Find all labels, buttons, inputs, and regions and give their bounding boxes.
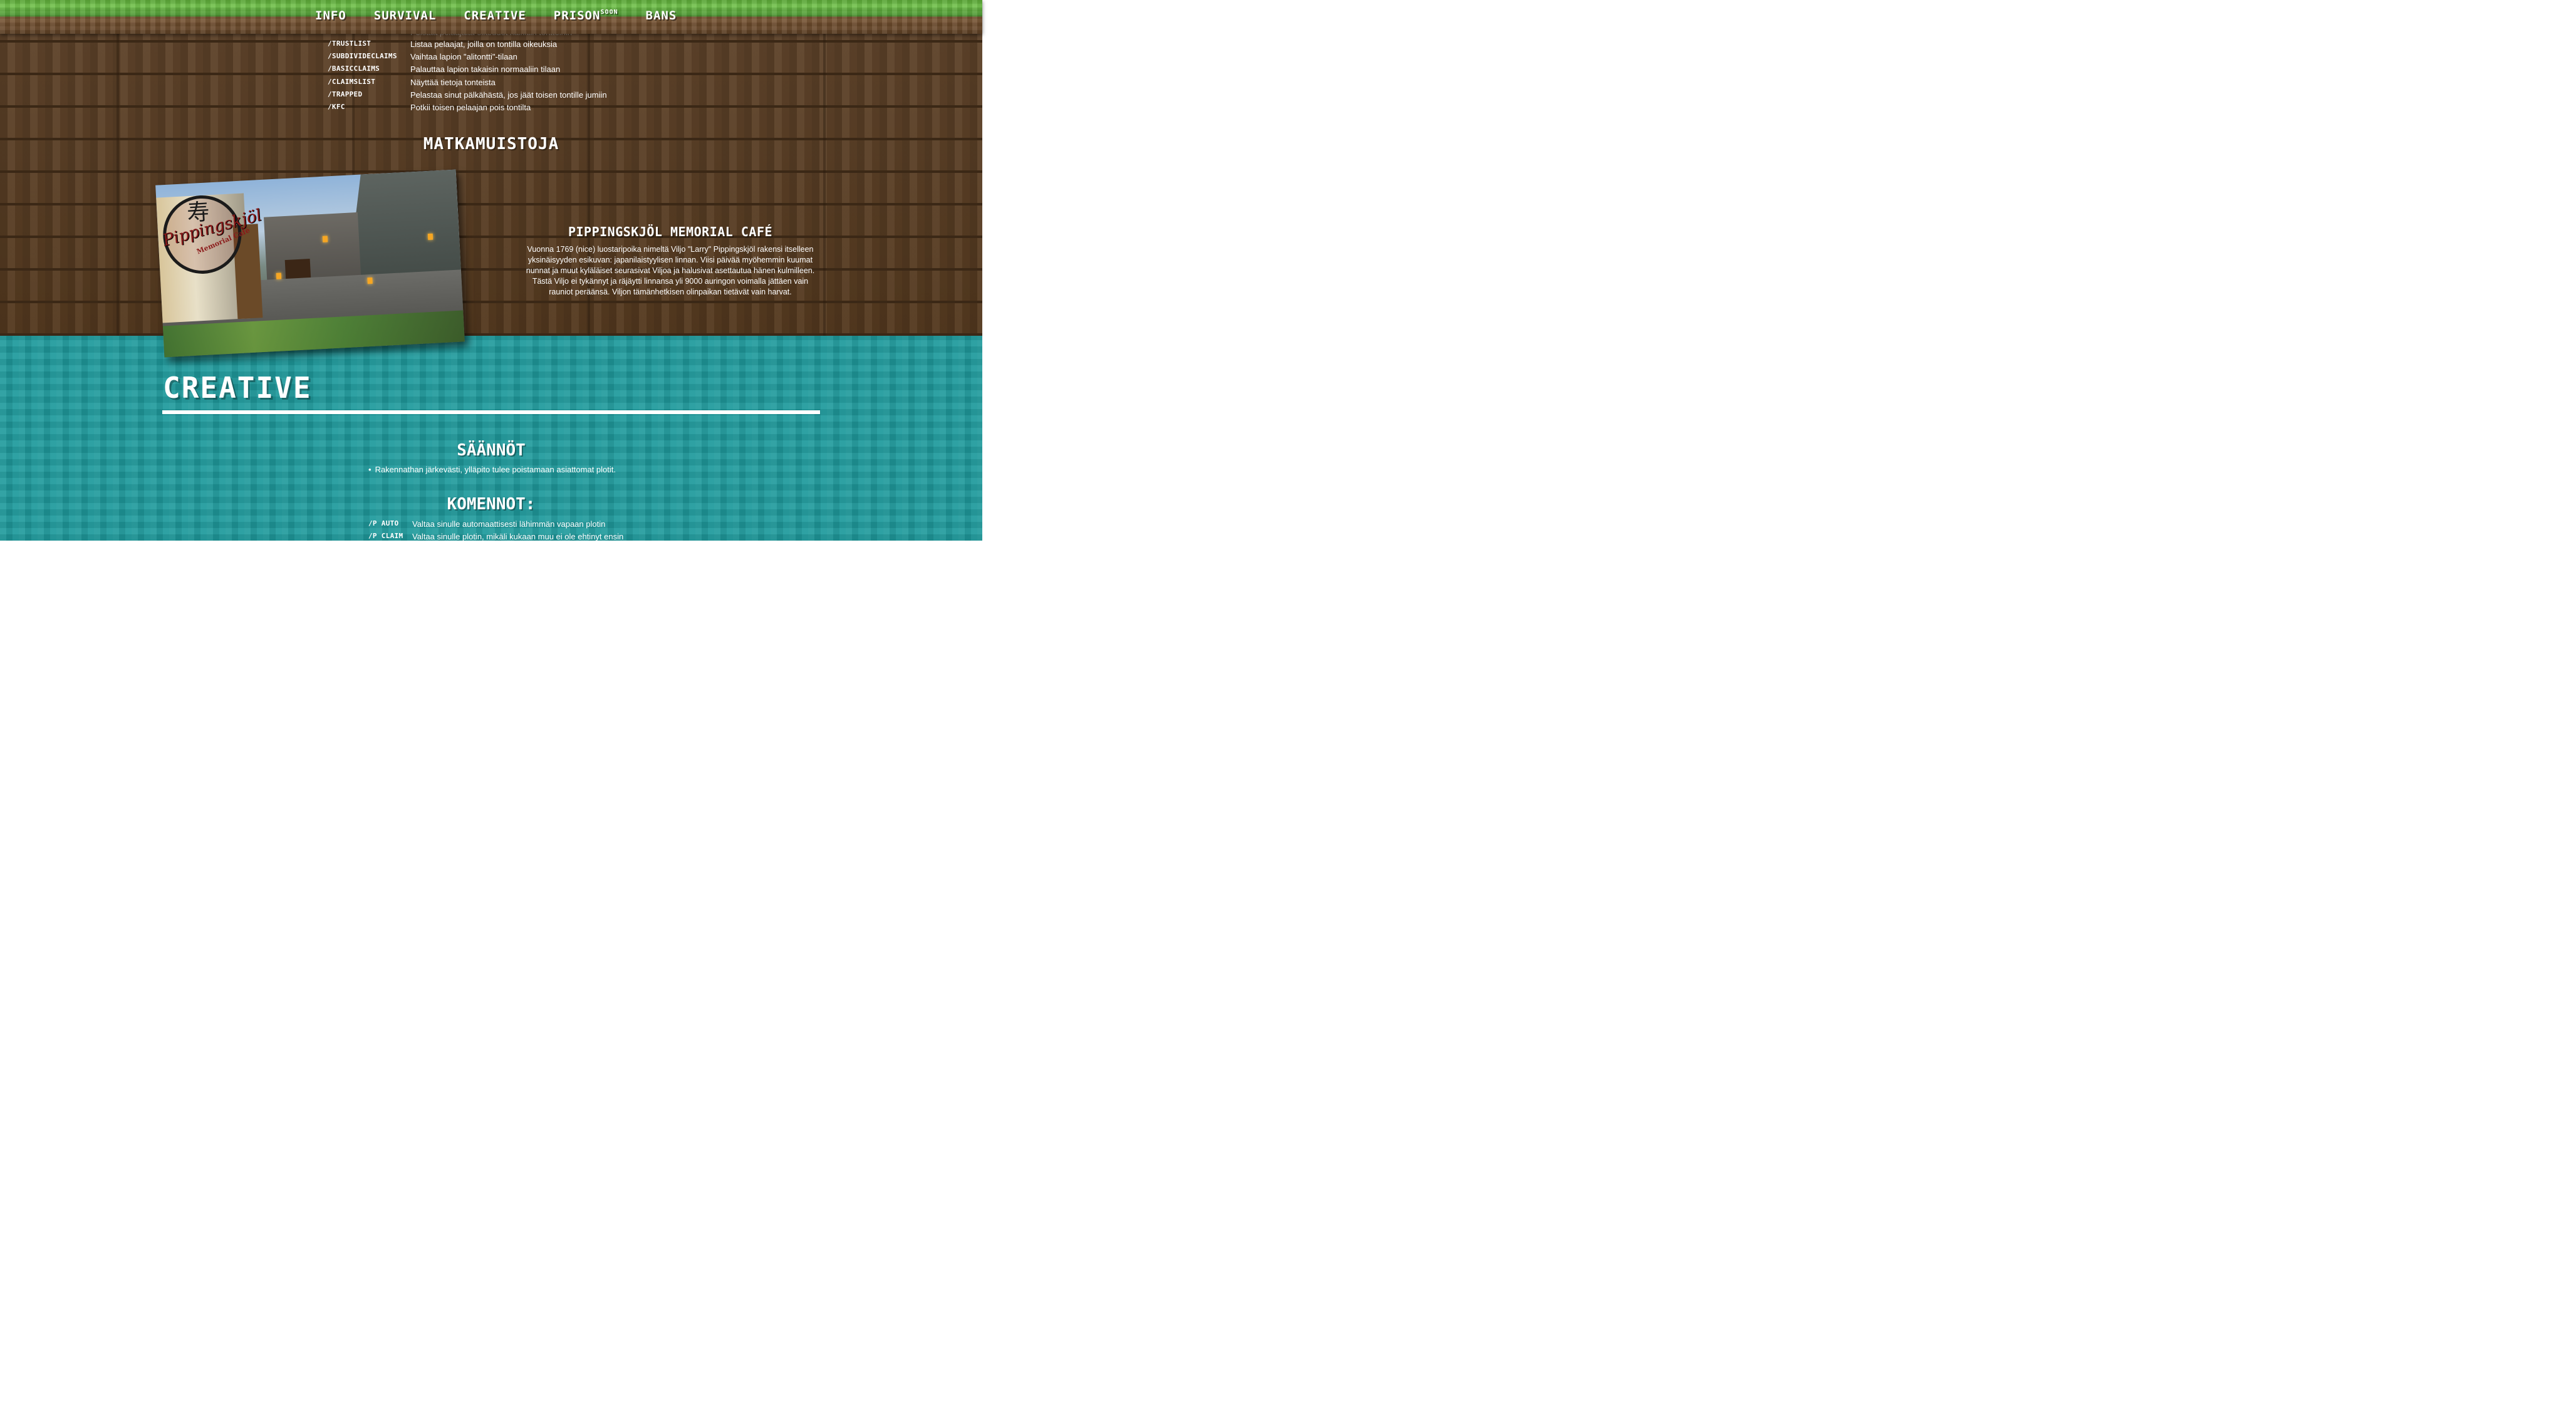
command-description: Listaa pelaajat, joilla on tontilla oike…: [410, 39, 558, 49]
creative-command-row: /P AUTO Valtaa sinulle automaattisesti l…: [368, 519, 605, 529]
command-name: /P CLAIM: [368, 532, 403, 540]
command-name: /SUBDIVIDECLAIMS: [328, 52, 397, 60]
creative-command-row: /P CLAIM Valtaa sinulle plotin, mikäli k…: [368, 532, 623, 541]
nav-bans[interactable]: BANS: [646, 9, 677, 23]
command-name: /BASICCLAIMS: [328, 65, 380, 73]
command-description: Valtaa sinulle automaattisesti lähimmän …: [412, 519, 606, 529]
nav-prison-label: PRISON: [553, 9, 601, 23]
rules-heading: SÄÄNNÖT: [457, 441, 526, 460]
command-name: /P AUTO: [368, 519, 399, 527]
command-description: Palauttaa lapion takaisin normaaliin til…: [410, 65, 561, 74]
cafe-description: Vuonna 1769 (nice) luostaripoika nimeltä…: [526, 245, 815, 296]
command-row: /TRAPPED Pelastaa sinut pälkähästä, jos …: [328, 90, 607, 100]
cafe-title: PIPPINGSKJÖL MEMORIAL CAFÉ: [568, 224, 773, 239]
top-navigation: INFO SURVIVAL CREATIVE PRISONSOON BANS: [0, 0, 982, 34]
command-name: /TRAPPED: [328, 90, 363, 98]
command-row: /TRUSTLIST Listaa pelaajat, joilla on to…: [328, 39, 557, 49]
command-name: /TRUSTLIST: [328, 39, 371, 48]
nav-survival[interactable]: SURVIVAL: [374, 9, 437, 23]
souvenirs-title: MATKAMUISTOJA: [423, 135, 559, 153]
command-row: /CLAIMSLIST Näyttää tietoja tonteista: [328, 78, 496, 87]
creative-heading: CREATIVE: [163, 371, 312, 405]
rule-item: Rakennathan järkevästi, ylläpito tulee p…: [368, 465, 616, 474]
cafe-screenshot-image: 寿 Pippingskjöl Memorial Café: [155, 169, 465, 358]
command-description: Pelastaa sinut pälkähästä, jos jäät tois…: [410, 90, 607, 100]
command-name: /KFC: [328, 103, 345, 111]
command-description: Näyttää tietoja tonteista: [410, 78, 496, 87]
command-description: Vaihtaa lapion "alitontti"-tilaan: [410, 52, 517, 61]
nav-info[interactable]: INFO: [315, 9, 346, 23]
command-description: Valtaa sinulle plotin, mikäli kukaan muu…: [412, 532, 624, 541]
commands-heading: KOMENNOT:: [447, 495, 536, 514]
command-row: /BASICCLAIMS Palauttaa lapion takaisin n…: [328, 65, 560, 74]
soon-badge: SOON: [600, 8, 618, 16]
command-row: /SUBDIVIDECLAIMS Vaihtaa lapion "alitont…: [328, 52, 517, 61]
nav-menu: INFO SURVIVAL CREATIVE PRISONSOON BANS: [315, 9, 704, 23]
command-row: /KFC Potkii toisen pelaajan pois tontilt…: [328, 103, 531, 112]
nav-creative[interactable]: CREATIVE: [464, 9, 526, 23]
nav-prison[interactable]: PRISONSOON: [554, 9, 618, 23]
command-description: Potkii toisen pelaajan pois tontilta: [410, 103, 531, 112]
command-name: /CLAIMSLIST: [328, 78, 376, 86]
section-divider: [162, 410, 820, 414]
